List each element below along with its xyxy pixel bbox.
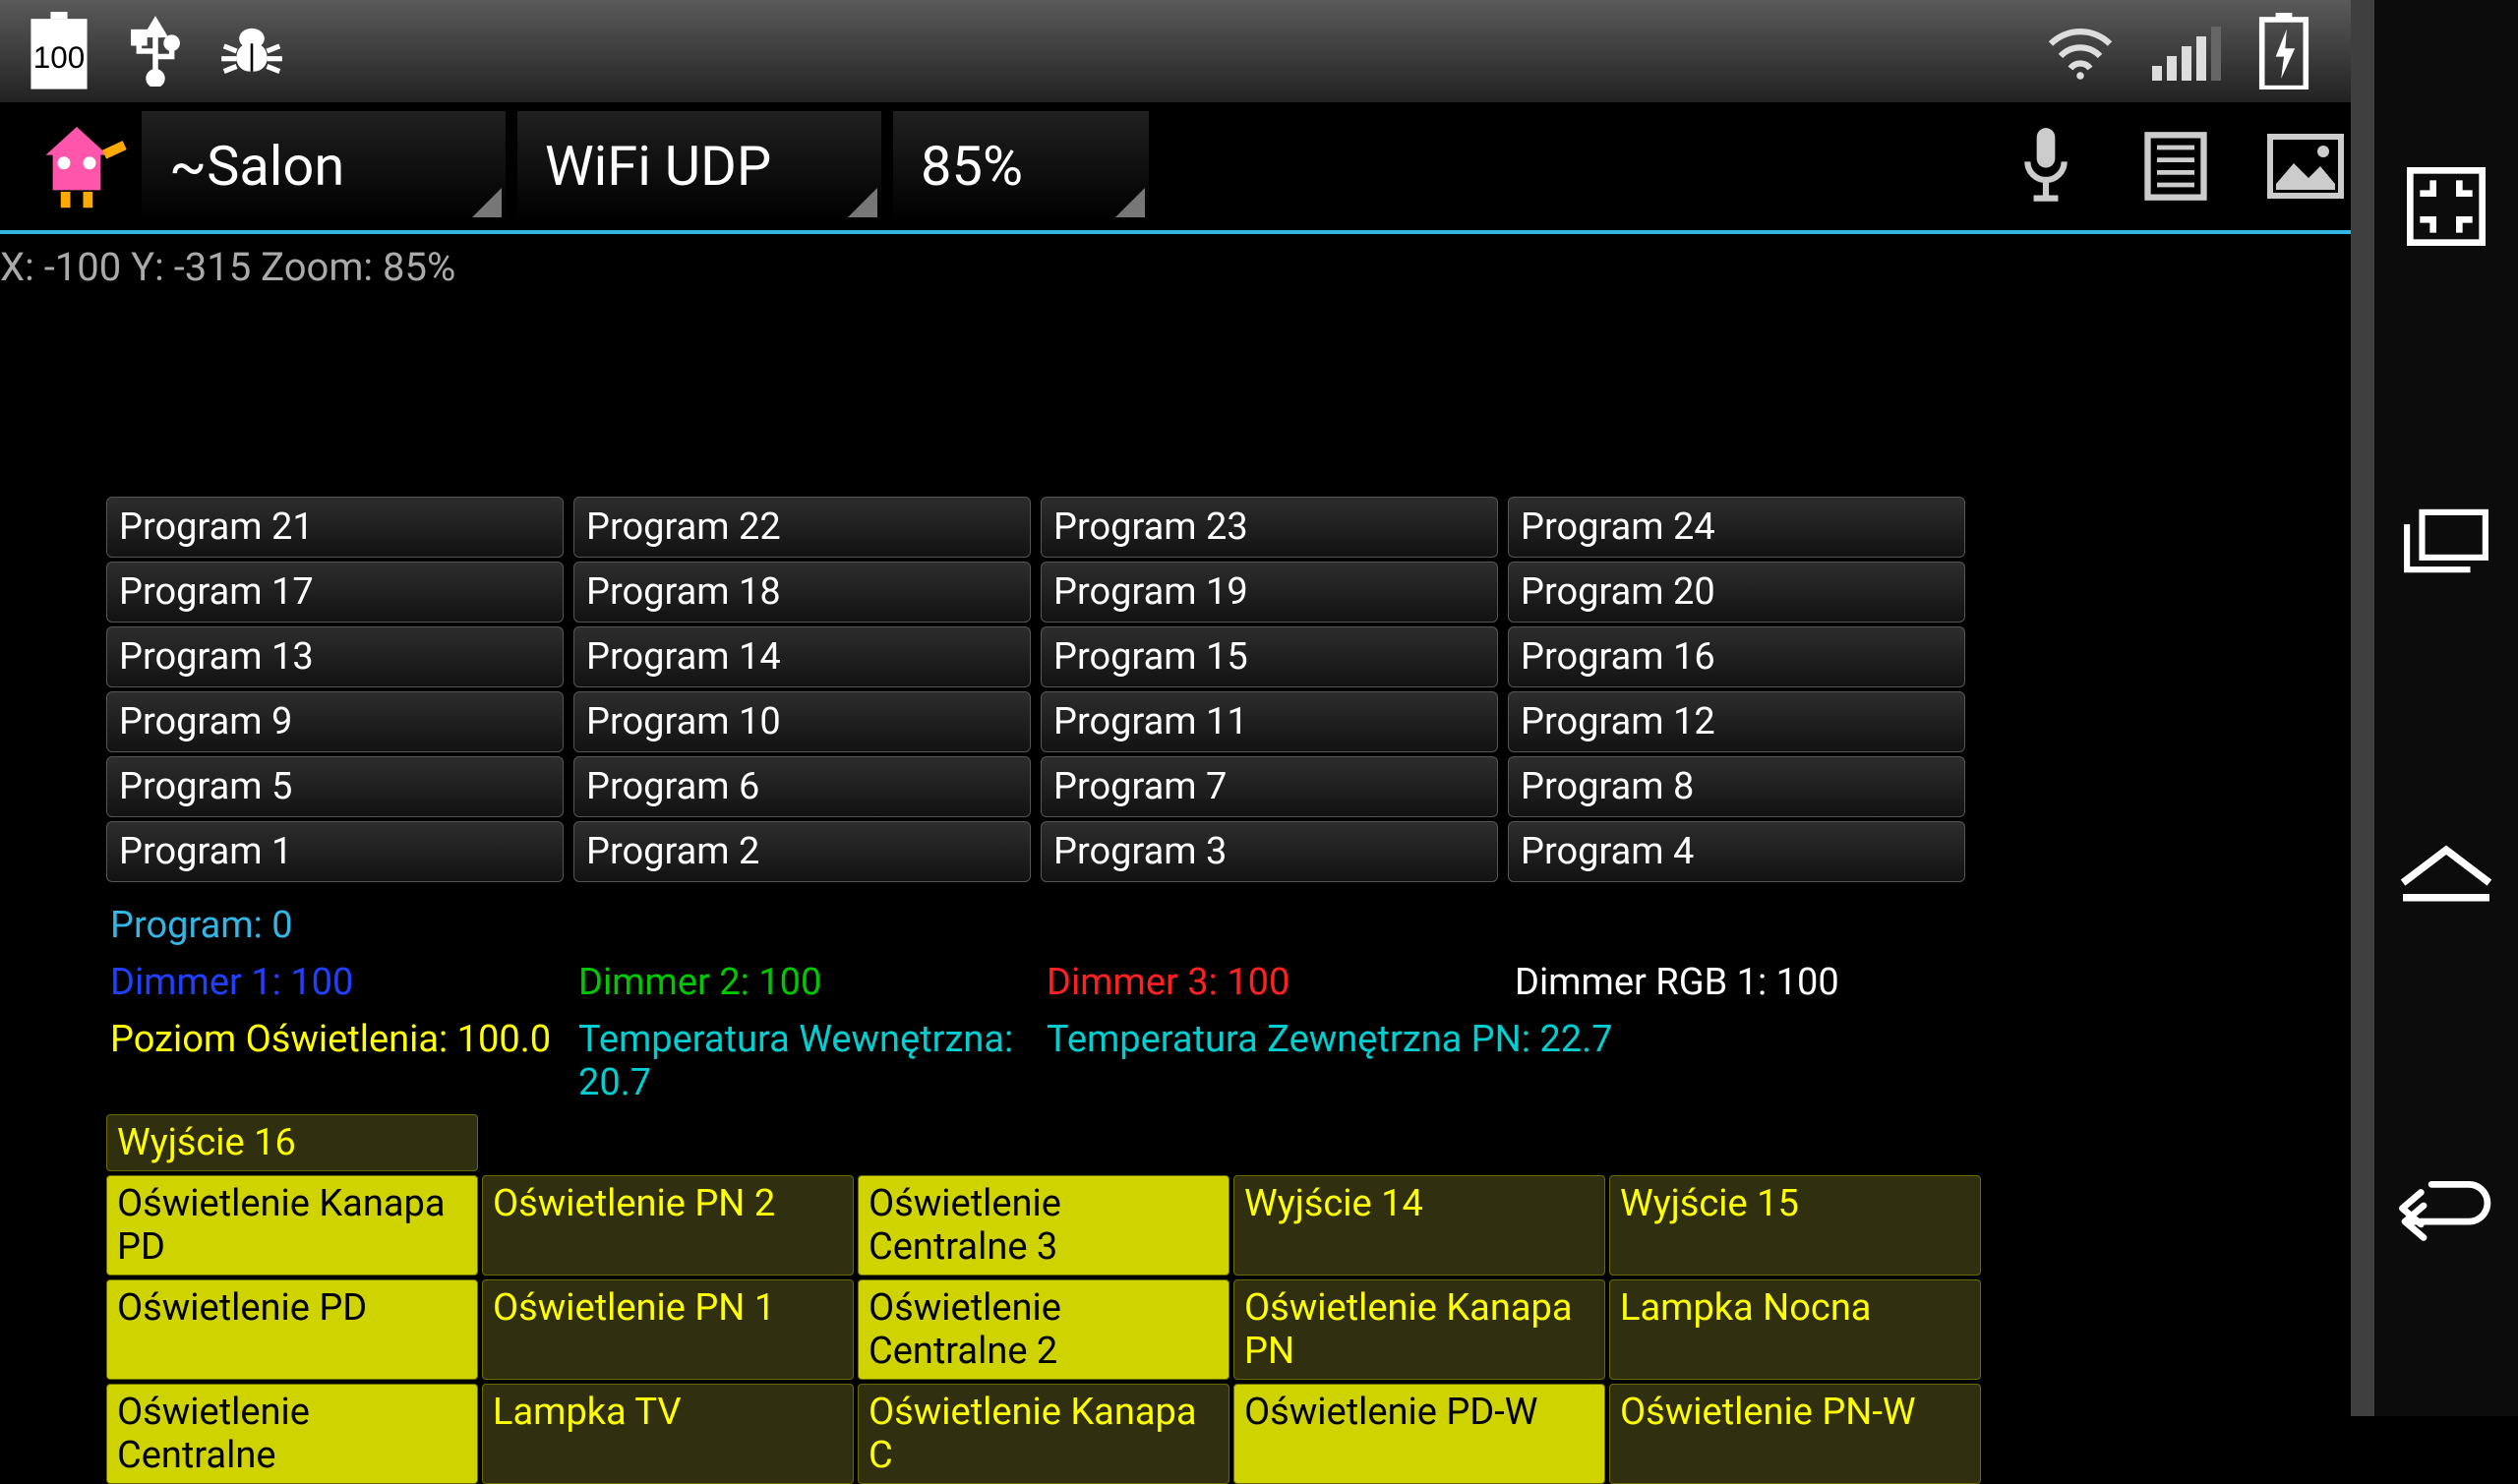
svg-text:100: 100: [33, 40, 85, 75]
program-button[interactable]: Program 9: [106, 691, 564, 752]
debug-icon: [216, 20, 287, 83]
dimmer-1: Dimmer 1: 100: [110, 961, 578, 1004]
light-level: Poziom Oświetlenia: 100.0: [110, 1018, 578, 1104]
program-button[interactable]: Program 15: [1041, 626, 1498, 687]
collapse-icon[interactable]: [2397, 157, 2495, 256]
output-button[interactable]: Oświetlenie PN 2: [482, 1175, 854, 1276]
output-button[interactable]: Oświetlenie PN-W: [1609, 1384, 1981, 1484]
program-button[interactable]: Program 6: [573, 756, 1031, 817]
program-button[interactable]: Program 4: [1508, 821, 1965, 882]
outputs-single-row: Wyjście 16: [106, 1114, 2351, 1171]
zoom-spinner[interactable]: 85%: [893, 111, 1149, 221]
program-button[interactable]: Program 2: [573, 821, 1031, 882]
output-button[interactable]: Wyjście 14: [1233, 1175, 1605, 1276]
program-button[interactable]: Program 20: [1508, 562, 1965, 623]
output-button[interactable]: Lampka Nocna: [1609, 1279, 1981, 1380]
program-button[interactable]: Program 22: [573, 497, 1031, 558]
program-button[interactable]: Program 17: [106, 562, 564, 623]
action-bar: ~Salon WiFi UDP 85%: [0, 102, 2518, 234]
back-icon[interactable]: [2397, 1160, 2495, 1259]
output-button[interactable]: Oświetlenie Centralne 2: [858, 1279, 1229, 1380]
battery-level-icon: 100: [24, 14, 94, 89]
output-button[interactable]: Oświetlenie PD: [106, 1279, 478, 1380]
room-label: ~Salon: [169, 134, 344, 199]
program-button[interactable]: Program 21: [106, 497, 564, 558]
microphone-icon[interactable]: [1987, 107, 2105, 225]
image-icon[interactable]: [2247, 107, 2365, 225]
program-button[interactable]: Program 24: [1508, 497, 1965, 558]
program-button[interactable]: Program 13: [106, 626, 564, 687]
sensors-row: Poziom Oświetlenia: 100.0 Temperatura We…: [110, 1018, 2351, 1104]
signal-icon: [2151, 22, 2222, 81]
recent-apps-icon[interactable]: [2397, 492, 2495, 590]
program-button[interactable]: Program 16: [1508, 626, 1965, 687]
battery-charging-icon: [2255, 13, 2312, 89]
program-button[interactable]: Program 10: [573, 691, 1031, 752]
wifi-icon: [2043, 22, 2118, 81]
output-button[interactable]: Oświetlenie Centralne: [106, 1384, 478, 1484]
program-button[interactable]: Program 12: [1508, 691, 1965, 752]
program-button[interactable]: Program 7: [1041, 756, 1498, 817]
output-button[interactable]: Oświetlenie PD-W: [1233, 1384, 1605, 1484]
program-button[interactable]: Program 5: [106, 756, 564, 817]
dimmer-2: Dimmer 2: 100: [578, 961, 1047, 1004]
output-button[interactable]: Oświetlenie PN 1: [482, 1279, 854, 1380]
usb-icon: [128, 16, 183, 87]
output-button[interactable]: Oświetlenie Centralne 3: [858, 1175, 1229, 1276]
dimmers-row: Dimmer 1: 100 Dimmer 2: 100 Dimmer 3: 10…: [110, 961, 2351, 1004]
output-button[interactable]: Wyjście 16: [106, 1114, 478, 1171]
dimmer-rgb: Dimmer RGB 1: 100: [1515, 961, 1983, 1004]
program-button[interactable]: Program 23: [1041, 497, 1498, 558]
status-bar: 100: [0, 0, 2518, 102]
outputs-grid: Oświetlenie Kanapa PDOświetlenie PN 2Ośw…: [106, 1175, 2351, 1484]
zoom-label: 85%: [921, 134, 1023, 199]
program-current: Program: 0: [110, 904, 2351, 947]
home-icon[interactable]: [2397, 826, 2495, 924]
program-button[interactable]: Program 1: [106, 821, 564, 882]
program-button[interactable]: Program 18: [573, 562, 1031, 623]
app-icon[interactable]: [24, 113, 130, 219]
output-button[interactable]: Oświetlenie Kanapa PN: [1233, 1279, 1605, 1380]
connection-spinner[interactable]: WiFi UDP: [517, 111, 881, 221]
coords-label: X: -100 Y: -315 Zoom: 85%: [0, 234, 2351, 290]
program-button[interactable]: Program 19: [1041, 562, 1498, 623]
program-button[interactable]: Program 11: [1041, 691, 1498, 752]
temp-outside: Temperatura Zewnętrzna PN: 22.7: [1047, 1018, 1735, 1104]
list-icon[interactable]: [2117, 107, 2235, 225]
program-button[interactable]: Program 14: [573, 626, 1031, 687]
programs-grid: Program 21Program 22Program 23Program 24…: [106, 497, 1965, 882]
temp-inside: Temperatura Wewnętrzna: 20.7: [578, 1018, 1047, 1104]
output-button[interactable]: Lampka TV: [482, 1384, 854, 1484]
room-spinner[interactable]: ~Salon: [142, 111, 506, 221]
output-button[interactable]: Oświetlenie Kanapa C: [858, 1384, 1229, 1484]
system-nav-bar: [2351, 0, 2518, 1416]
output-button[interactable]: Wyjście 15: [1609, 1175, 1981, 1276]
dimmer-3: Dimmer 3: 100: [1047, 961, 1515, 1004]
program-button[interactable]: Program 3: [1041, 821, 1498, 882]
program-button[interactable]: Program 8: [1508, 756, 1965, 817]
output-button[interactable]: Oświetlenie Kanapa PD: [106, 1175, 478, 1276]
content-area[interactable]: X: -100 Y: -315 Zoom: 85% Program 21Prog…: [0, 234, 2351, 1416]
connection-label: WiFi UDP: [545, 134, 771, 199]
